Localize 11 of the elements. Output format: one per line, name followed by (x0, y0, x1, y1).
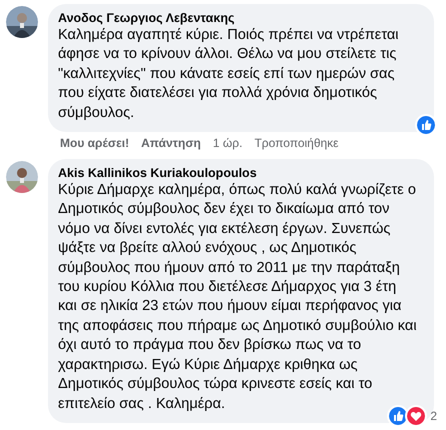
meta-text: Τροποποιήθηκε (254, 135, 339, 152)
author-name[interactable]: Ανοδος Γεωργιος Λεβεντακης (58, 10, 426, 26)
action-link[interactable]: Απάντηση (141, 135, 201, 152)
meta-text: 1 ώρ. (212, 135, 242, 152)
reaction-count: 2 (430, 408, 437, 425)
comment-text: Κύριε Δήμαρχε καλημέρα, όπως πολύ καλά γνωρίζετε ο Δημοτικός σύμβουλος δεν έχει το δικαίωμα από τον νόμο να δίνει εντολές για εκτέλεση έργων. Συνεπώς ψάξτε να βρείτε αλλού ενόχους , ως Δημοτικός σύμβουλος που ήμουν από το 2011 με την παράταξη του κυρίου Κόλλια που διετέλεσε Δήμαρχος για 3 έτη και σε ηλικία 23 ετών που ήμουν είμαι περήφανος για της αποφάσεις που πήραμε ως Δημοτικό συμβούλιο και όχι αυτό το πράγμα που δεν βρίσκω πως να το χαρακτηρισω. Εγώ Κύριε Δήμαρχε κριθηκα ως Δημοτικός σύμβουλος τώρα κρινεστε εσείς και το επιτελείο σας . Καλημέρα. (58, 181, 418, 414)
thumbs-up-icon (415, 114, 437, 136)
heart-icon (405, 404, 428, 427)
action-link[interactable]: Μου αρέσει! (60, 135, 130, 152)
comment-text: Καλημέρα αγαπητέ κύριε. Ποιός πρέπει να ντρέπεται άφησε να το κρίνουν άλλοι. Θέλω να μου στείλετε τις "καλλιτεχνίες" που κάνατε εσείς επί των ημερών σας που είχατε διατελέσει για πολλά χρόνια δημοτικός σύμβουλος. (58, 26, 400, 123)
author-name[interactable]: Akis Kallinikos Kuriakoulopoulos (58, 165, 426, 182)
